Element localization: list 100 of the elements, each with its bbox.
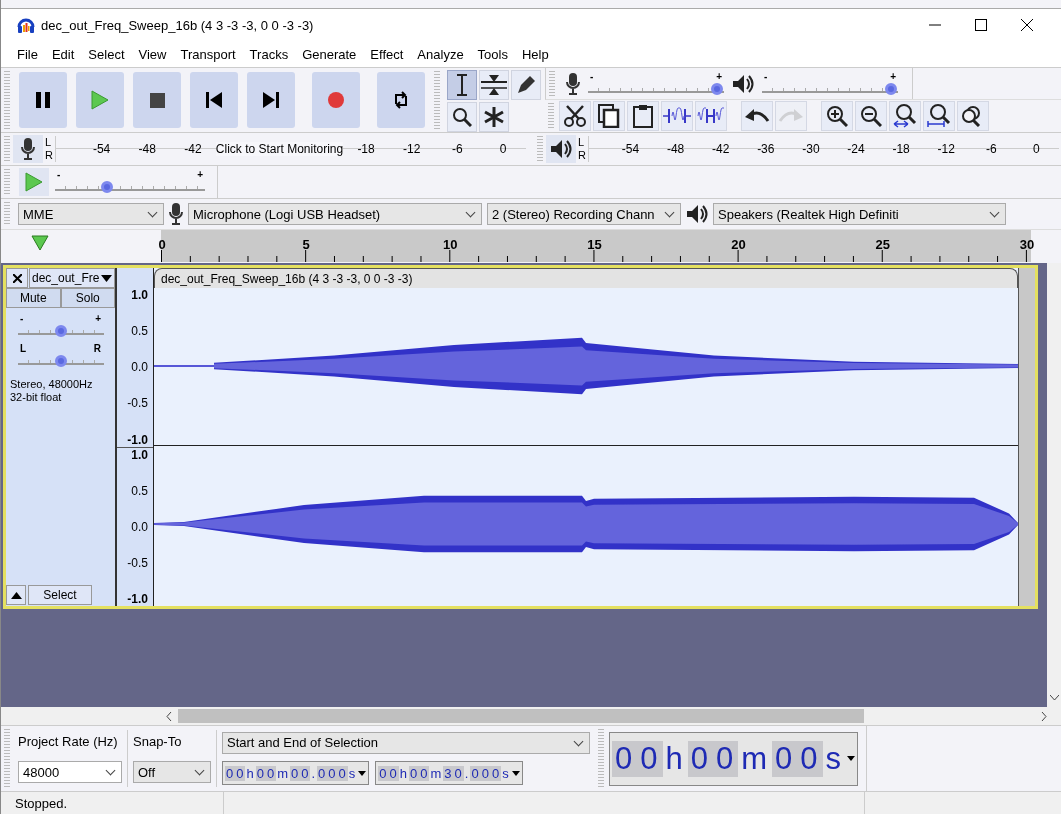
amplitude-scale-label: -1.0 (127, 432, 148, 447)
amplitude-scale-label: -0.5 (127, 396, 148, 411)
recording-device-dropdown[interactable]: Microphone (Logi USB Headset) (188, 203, 482, 225)
pause-icon (36, 92, 50, 108)
tool-button[interactable] (447, 102, 477, 132)
collapse-track-button[interactable] (6, 585, 26, 605)
meter-tick-label: -42 (711, 142, 731, 156)
speaker-icon (732, 73, 754, 94)
toolbar-button[interactable] (855, 101, 887, 131)
slider-min-label: - (20, 314, 24, 324)
toolbar-button[interactable] (593, 101, 625, 131)
slider-thumb[interactable] (55, 325, 67, 337)
toolbar-button[interactable] (957, 101, 989, 131)
meter-tick-label: -24 (846, 142, 866, 156)
toolbar-button[interactable] (741, 101, 773, 131)
toolbar-button[interactable] (559, 101, 591, 131)
select-track-button[interactable]: Select (28, 585, 92, 605)
channels-dropdown[interactable]: 2 (Stereo) Recording Chann (487, 203, 681, 225)
scrollbar-thumb[interactable] (178, 709, 864, 723)
mute-button[interactable]: Mute (6, 288, 61, 308)
toolbar-button[interactable] (627, 101, 659, 131)
toolbar-button[interactable] (695, 101, 727, 131)
playback-meter-button[interactable] (545, 135, 576, 163)
menu-item[interactable]: Tracks (242, 46, 296, 62)
menu-item[interactable]: Transport (173, 46, 243, 62)
menu-item[interactable]: Edit (44, 46, 82, 62)
slider-thumb[interactable] (885, 82, 897, 95)
menu-item[interactable]: Help (514, 46, 556, 62)
track-info-text: Stereo, 48000Hz (10, 378, 94, 391)
toolbar-button[interactable] (821, 101, 853, 131)
tool-button[interactable] (511, 70, 541, 100)
meter-tick-label: 0 (1032, 142, 1041, 156)
project-rate-label: Project Rate (Hz) (18, 734, 119, 749)
menu-item[interactable]: File (10, 46, 45, 62)
microphone-icon (566, 72, 580, 95)
fit-selection-icon (893, 104, 917, 128)
fit-project-icon (927, 104, 951, 128)
speaker-icon (549, 139, 572, 159)
transport-button[interactable] (377, 72, 425, 128)
project-rate-dropdown[interactable]: 48000 (18, 761, 122, 783)
amplitude-scale-label: 0.5 (131, 324, 148, 339)
snap-to-dropdown[interactable]: Off (133, 761, 211, 783)
tool-button[interactable] (479, 102, 509, 132)
meter-tick-label: -48 (137, 142, 157, 156)
slider-thumb[interactable] (55, 355, 67, 367)
selection-mode-dropdown[interactable]: Start and End of Selection (222, 731, 590, 754)
amplitude-scale-label: 1.0 (131, 447, 148, 462)
speaker-icon (686, 204, 708, 224)
meter-tick-label: 0 (498, 142, 508, 156)
slider-thumb[interactable] (711, 82, 723, 95)
skip-to-start-icon (206, 92, 222, 108)
slider-max-label: + (197, 170, 203, 180)
monitoring-prompt[interactable]: Click to Start Monitoring (215, 142, 344, 156)
menu-item[interactable]: Effect (363, 46, 411, 62)
channel-label: R (577, 149, 586, 162)
menu-item[interactable]: View (131, 46, 174, 62)
slider-max-label: + (890, 71, 896, 82)
app-logo-icon (17, 17, 35, 33)
collapse-arrow-icon (10, 591, 22, 599)
microphone-icon (169, 203, 183, 225)
slider-thumb[interactable] (100, 181, 113, 193)
scroll-down-icon[interactable] (1049, 695, 1059, 701)
menu-item[interactable]: Generate (295, 46, 364, 62)
snap-to-label: Snap-To (133, 734, 183, 749)
channel-label: L (577, 136, 586, 149)
amplitude-scale-label: 1.0 (131, 288, 148, 302)
stop-icon (149, 92, 165, 108)
channel-label: L (45, 136, 53, 149)
transport-button[interactable] (133, 72, 181, 128)
playback-device-dropdown[interactable]: Speakers (Realtek High Definiti (713, 203, 1006, 225)
magnifier-icon (452, 107, 472, 127)
scroll-right-icon[interactable] (1041, 711, 1047, 721)
meter-tick-label: -18 (891, 142, 911, 156)
menu-item[interactable]: Analyze (410, 46, 471, 62)
transport-button[interactable] (247, 72, 295, 128)
host-dropdown[interactable]: MME (18, 203, 164, 225)
toolbar-button[interactable] (661, 101, 693, 131)
track-name-menu[interactable]: dec_out_Fre (29, 268, 115, 288)
close-icon (12, 273, 22, 283)
transport-button[interactable] (190, 72, 238, 128)
clip-title-bar[interactable]: dec_out_Freq_Sweep_16b (4 3 -3 -3, 0 0 -3 -3) (154, 268, 1018, 288)
solo-button[interactable]: Solo (60, 288, 115, 308)
trim-audio-icon (663, 106, 691, 126)
amplitude-scale-label: -1.0 (127, 592, 148, 606)
playhead-triangle-icon[interactable] (31, 235, 49, 251)
record-meter-button[interactable] (13, 135, 43, 163)
scissors-icon (564, 105, 586, 127)
play-icon (91, 90, 109, 110)
transport-button[interactable] (19, 72, 67, 128)
toolbar-button[interactable] (889, 101, 921, 131)
menu-item[interactable]: Tools (470, 46, 515, 62)
menu-item[interactable]: Select (81, 46, 132, 62)
close-icon[interactable] (1021, 19, 1033, 31)
toolbar-button[interactable] (923, 101, 955, 131)
tool-button[interactable] (479, 70, 509, 100)
amplitude-scale-label: -0.5 (127, 555, 148, 570)
scroll-left-icon[interactable] (166, 711, 172, 721)
maximize-icon[interactable] (975, 19, 987, 31)
tool-button[interactable] (447, 70, 477, 100)
slider-max-label: + (716, 71, 722, 82)
